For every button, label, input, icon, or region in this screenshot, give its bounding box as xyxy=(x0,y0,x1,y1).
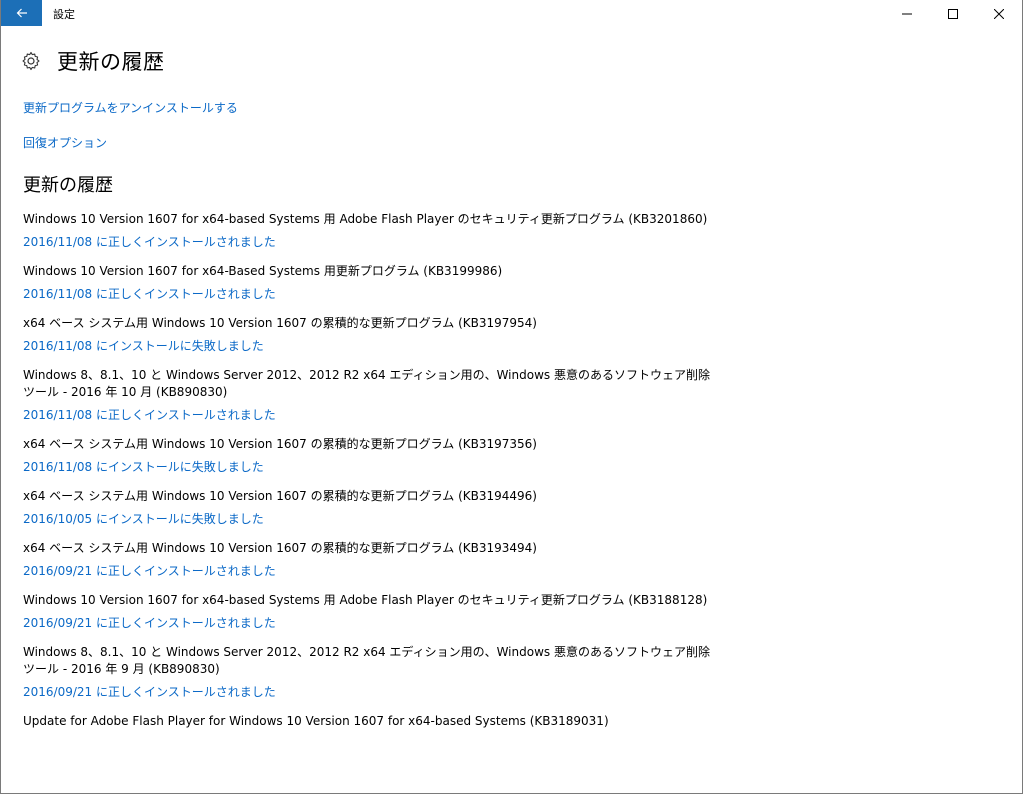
update-status-link[interactable]: 2016/09/21 に正しくインストールされました xyxy=(23,684,713,701)
settings-window: 設定 更新の履歴 更新プログラムをアンインストールする 回復オプション 更新の履… xyxy=(0,0,1023,794)
recovery-options-link[interactable]: 回復オプション xyxy=(23,134,107,151)
history-entry: x64 ベース システム用 Windows 10 Version 1607 の累… xyxy=(23,540,713,580)
update-name[interactable]: Windows 10 Version 1607 for x64-based Sy… xyxy=(23,592,713,609)
history-entry: Windows 8、8.1、10 と Windows Server 2012、2… xyxy=(23,644,713,701)
history-entry: Windows 10 Version 1607 for x64-based Sy… xyxy=(23,211,713,251)
app-title: 設定 xyxy=(53,8,75,21)
update-status-link[interactable]: 2016/10/05 にインストールに失敗しました xyxy=(23,511,713,528)
update-name[interactable]: Windows 10 Version 1607 for x64-based Sy… xyxy=(23,211,713,228)
update-status-link[interactable]: 2016/09/21 に正しくインストールされました xyxy=(23,615,713,632)
update-status-link[interactable]: 2016/11/08 に正しくインストールされました xyxy=(23,407,713,424)
back-button[interactable] xyxy=(1,0,42,26)
history-entry: Windows 10 Version 1607 for x64-Based Sy… xyxy=(23,263,713,303)
title-bar: 設定 xyxy=(1,0,1022,30)
update-name[interactable]: Windows 8、8.1、10 と Windows Server 2012、2… xyxy=(23,644,713,678)
update-name[interactable]: x64 ベース システム用 Windows 10 Version 1607 の累… xyxy=(23,436,713,453)
update-status-link[interactable]: 2016/11/08 にインストールに失敗しました xyxy=(23,459,713,476)
minimize-button[interactable] xyxy=(884,0,930,28)
history-entry: Windows 10 Version 1607 for x64-based Sy… xyxy=(23,592,713,632)
update-status-link[interactable]: 2016/11/08 にインストールに失敗しました xyxy=(23,338,713,355)
maximize-button[interactable] xyxy=(930,0,976,28)
minimize-icon xyxy=(902,13,912,15)
update-name[interactable]: Windows 10 Version 1607 for x64-Based Sy… xyxy=(23,263,713,280)
maximize-icon xyxy=(948,9,958,19)
section-title: 更新の履歴 xyxy=(23,175,113,196)
update-status-link[interactable]: 2016/11/08 に正しくインストールされました xyxy=(23,234,713,251)
update-name[interactable]: x64 ベース システム用 Windows 10 Version 1607 の累… xyxy=(23,540,713,557)
update-status-link[interactable]: 2016/11/08 に正しくインストールされました xyxy=(23,286,713,303)
history-entry: x64 ベース システム用 Windows 10 Version 1607 の累… xyxy=(23,436,713,476)
close-icon xyxy=(994,9,1004,19)
history-entry: x64 ベース システム用 Windows 10 Version 1607 の累… xyxy=(23,488,713,528)
page-title: 更新の履歴 xyxy=(57,50,165,74)
page-header: 更新の履歴 xyxy=(21,46,165,76)
history-entry: Windows 8、8.1、10 と Windows Server 2012、2… xyxy=(23,367,713,424)
close-button[interactable] xyxy=(976,0,1022,28)
update-name[interactable]: x64 ベース システム用 Windows 10 Version 1607 の累… xyxy=(23,488,713,505)
history-entry: Update for Adobe Flash Player for Window… xyxy=(23,713,713,730)
update-history-list: Windows 10 Version 1607 for x64-based Sy… xyxy=(23,211,713,742)
update-name[interactable]: Windows 8、8.1、10 と Windows Server 2012、2… xyxy=(23,367,713,401)
update-name[interactable]: x64 ベース システム用 Windows 10 Version 1607 の累… xyxy=(23,315,713,332)
update-name[interactable]: Update for Adobe Flash Player for Window… xyxy=(23,713,713,730)
history-entry: x64 ベース システム用 Windows 10 Version 1607 の累… xyxy=(23,315,713,355)
uninstall-updates-link[interactable]: 更新プログラムをアンインストールする xyxy=(23,99,238,116)
back-arrow-icon xyxy=(16,8,27,18)
update-status-link[interactable]: 2016/09/21 に正しくインストールされました xyxy=(23,563,713,580)
gear-icon xyxy=(22,51,40,71)
